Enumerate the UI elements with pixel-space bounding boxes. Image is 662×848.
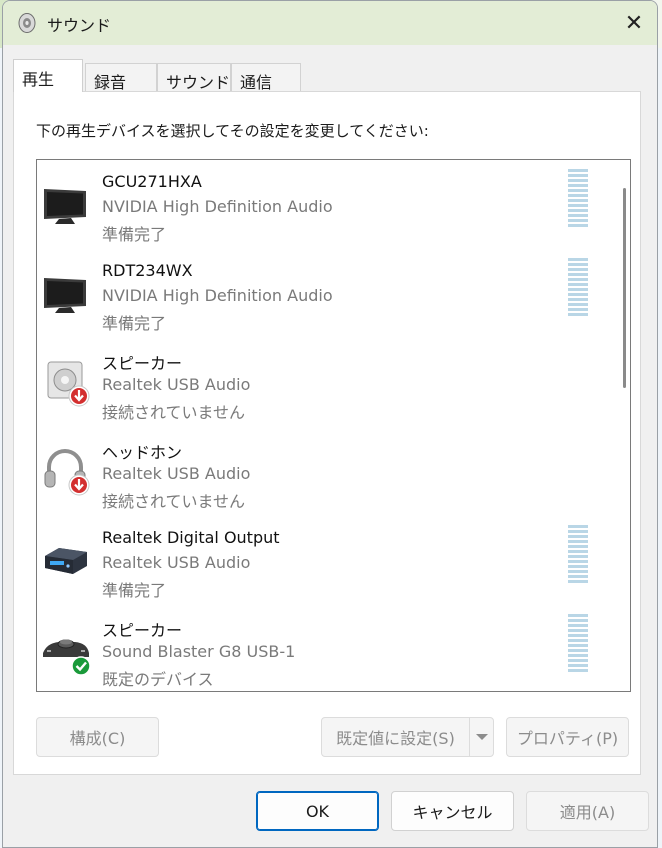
close-button[interactable]: ✕ <box>611 1 657 45</box>
cancel-button[interactable]: キャンセル <box>391 791 514 831</box>
device-driver: Realtek USB Audio <box>102 375 251 394</box>
set-default-button[interactable]: 既定値に設定(S) <box>321 717 470 757</box>
device-status: 接続されていません <box>102 492 246 511</box>
device-name: RDT234WX <box>102 261 193 280</box>
device-driver: NVIDIA High Definition Audio <box>102 197 333 216</box>
device-item[interactable]: Realtek Digital Output Realtek USB Audio… <box>37 516 607 605</box>
sound-dialog: サウンド ✕ 再生 録音 サウンド 通信 下の再生デバイスを選択してその設定を変… <box>2 0 658 848</box>
device-driver: Sound Blaster G8 USB-1 <box>102 642 296 661</box>
device-driver: Realtek USB Audio <box>102 553 251 572</box>
level-meter <box>568 258 588 318</box>
set-default-dropdown[interactable] <box>469 717 494 757</box>
device-item[interactable]: GCU271HXA NVIDIA High Definition Audio 準… <box>37 160 607 249</box>
device-name: GCU271HXA <box>102 172 202 191</box>
ok-button[interactable]: OK <box>256 791 379 831</box>
speaker-disconnected-icon <box>47 361 90 407</box>
device-driver: NVIDIA High Definition Audio <box>102 286 333 305</box>
speaker-app-icon <box>18 13 36 33</box>
device-name: スピーカー <box>102 354 183 373</box>
tab-communications[interactable]: 通信 <box>231 63 301 92</box>
device-name: スピーカー <box>102 621 183 640</box>
monitor-icon <box>44 189 86 224</box>
level-meter <box>568 525 588 585</box>
tab-sounds[interactable]: サウンド <box>157 63 231 92</box>
device-name: ヘッドホン <box>102 443 183 462</box>
device-status: 準備完了 <box>102 581 167 600</box>
chevron-down-icon <box>475 734 488 740</box>
monitor-icon <box>44 278 86 313</box>
tab-recording[interactable]: 録音 <box>85 63 157 92</box>
sound-blaster-default-icon <box>43 639 91 675</box>
device-status: 既定のデバイス <box>102 670 214 689</box>
device-status: 接続されていません <box>102 403 246 422</box>
device-item[interactable]: スピーカー Sound Blaster G8 USB-1 既定のデバイス <box>37 605 607 691</box>
headphones-disconnected-icon <box>44 449 90 496</box>
device-status: 準備完了 <box>102 225 167 244</box>
playback-panel: 下の再生デバイスを選択してその設定を変更してください: GCU271HXA NV… <box>13 91 641 775</box>
title-bar[interactable]: サウンド ✕ <box>3 1 657 45</box>
device-list[interactable]: GCU271HXA NVIDIA High Definition Audio 準… <box>36 159 631 692</box>
window-title: サウンド <box>47 16 112 35</box>
properties-button[interactable]: プロパティ(P) <box>506 717 629 757</box>
tab-playback[interactable]: 再生 <box>13 59 83 92</box>
list-scrollbar[interactable] <box>623 188 626 388</box>
device-item[interactable]: RDT234WX NVIDIA High Definition Audio 準備… <box>37 249 607 338</box>
device-name: Realtek Digital Output <box>102 528 280 547</box>
device-driver: Realtek USB Audio <box>102 464 251 483</box>
configure-button[interactable]: 構成(C) <box>36 717 159 757</box>
device-item[interactable]: スピーカー Realtek USB Audio 接続されていません <box>37 338 607 427</box>
level-meter <box>568 614 588 674</box>
device-item[interactable]: ヘッドホン Realtek USB Audio 接続されていません <box>37 427 607 516</box>
level-meter <box>568 169 588 229</box>
apply-button[interactable]: 適用(A) <box>526 791 649 831</box>
digital-output-icon <box>45 548 87 574</box>
instruction-text: 下の再生デバイスを選択してその設定を変更してください: <box>36 122 429 140</box>
device-status: 準備完了 <box>102 314 167 333</box>
